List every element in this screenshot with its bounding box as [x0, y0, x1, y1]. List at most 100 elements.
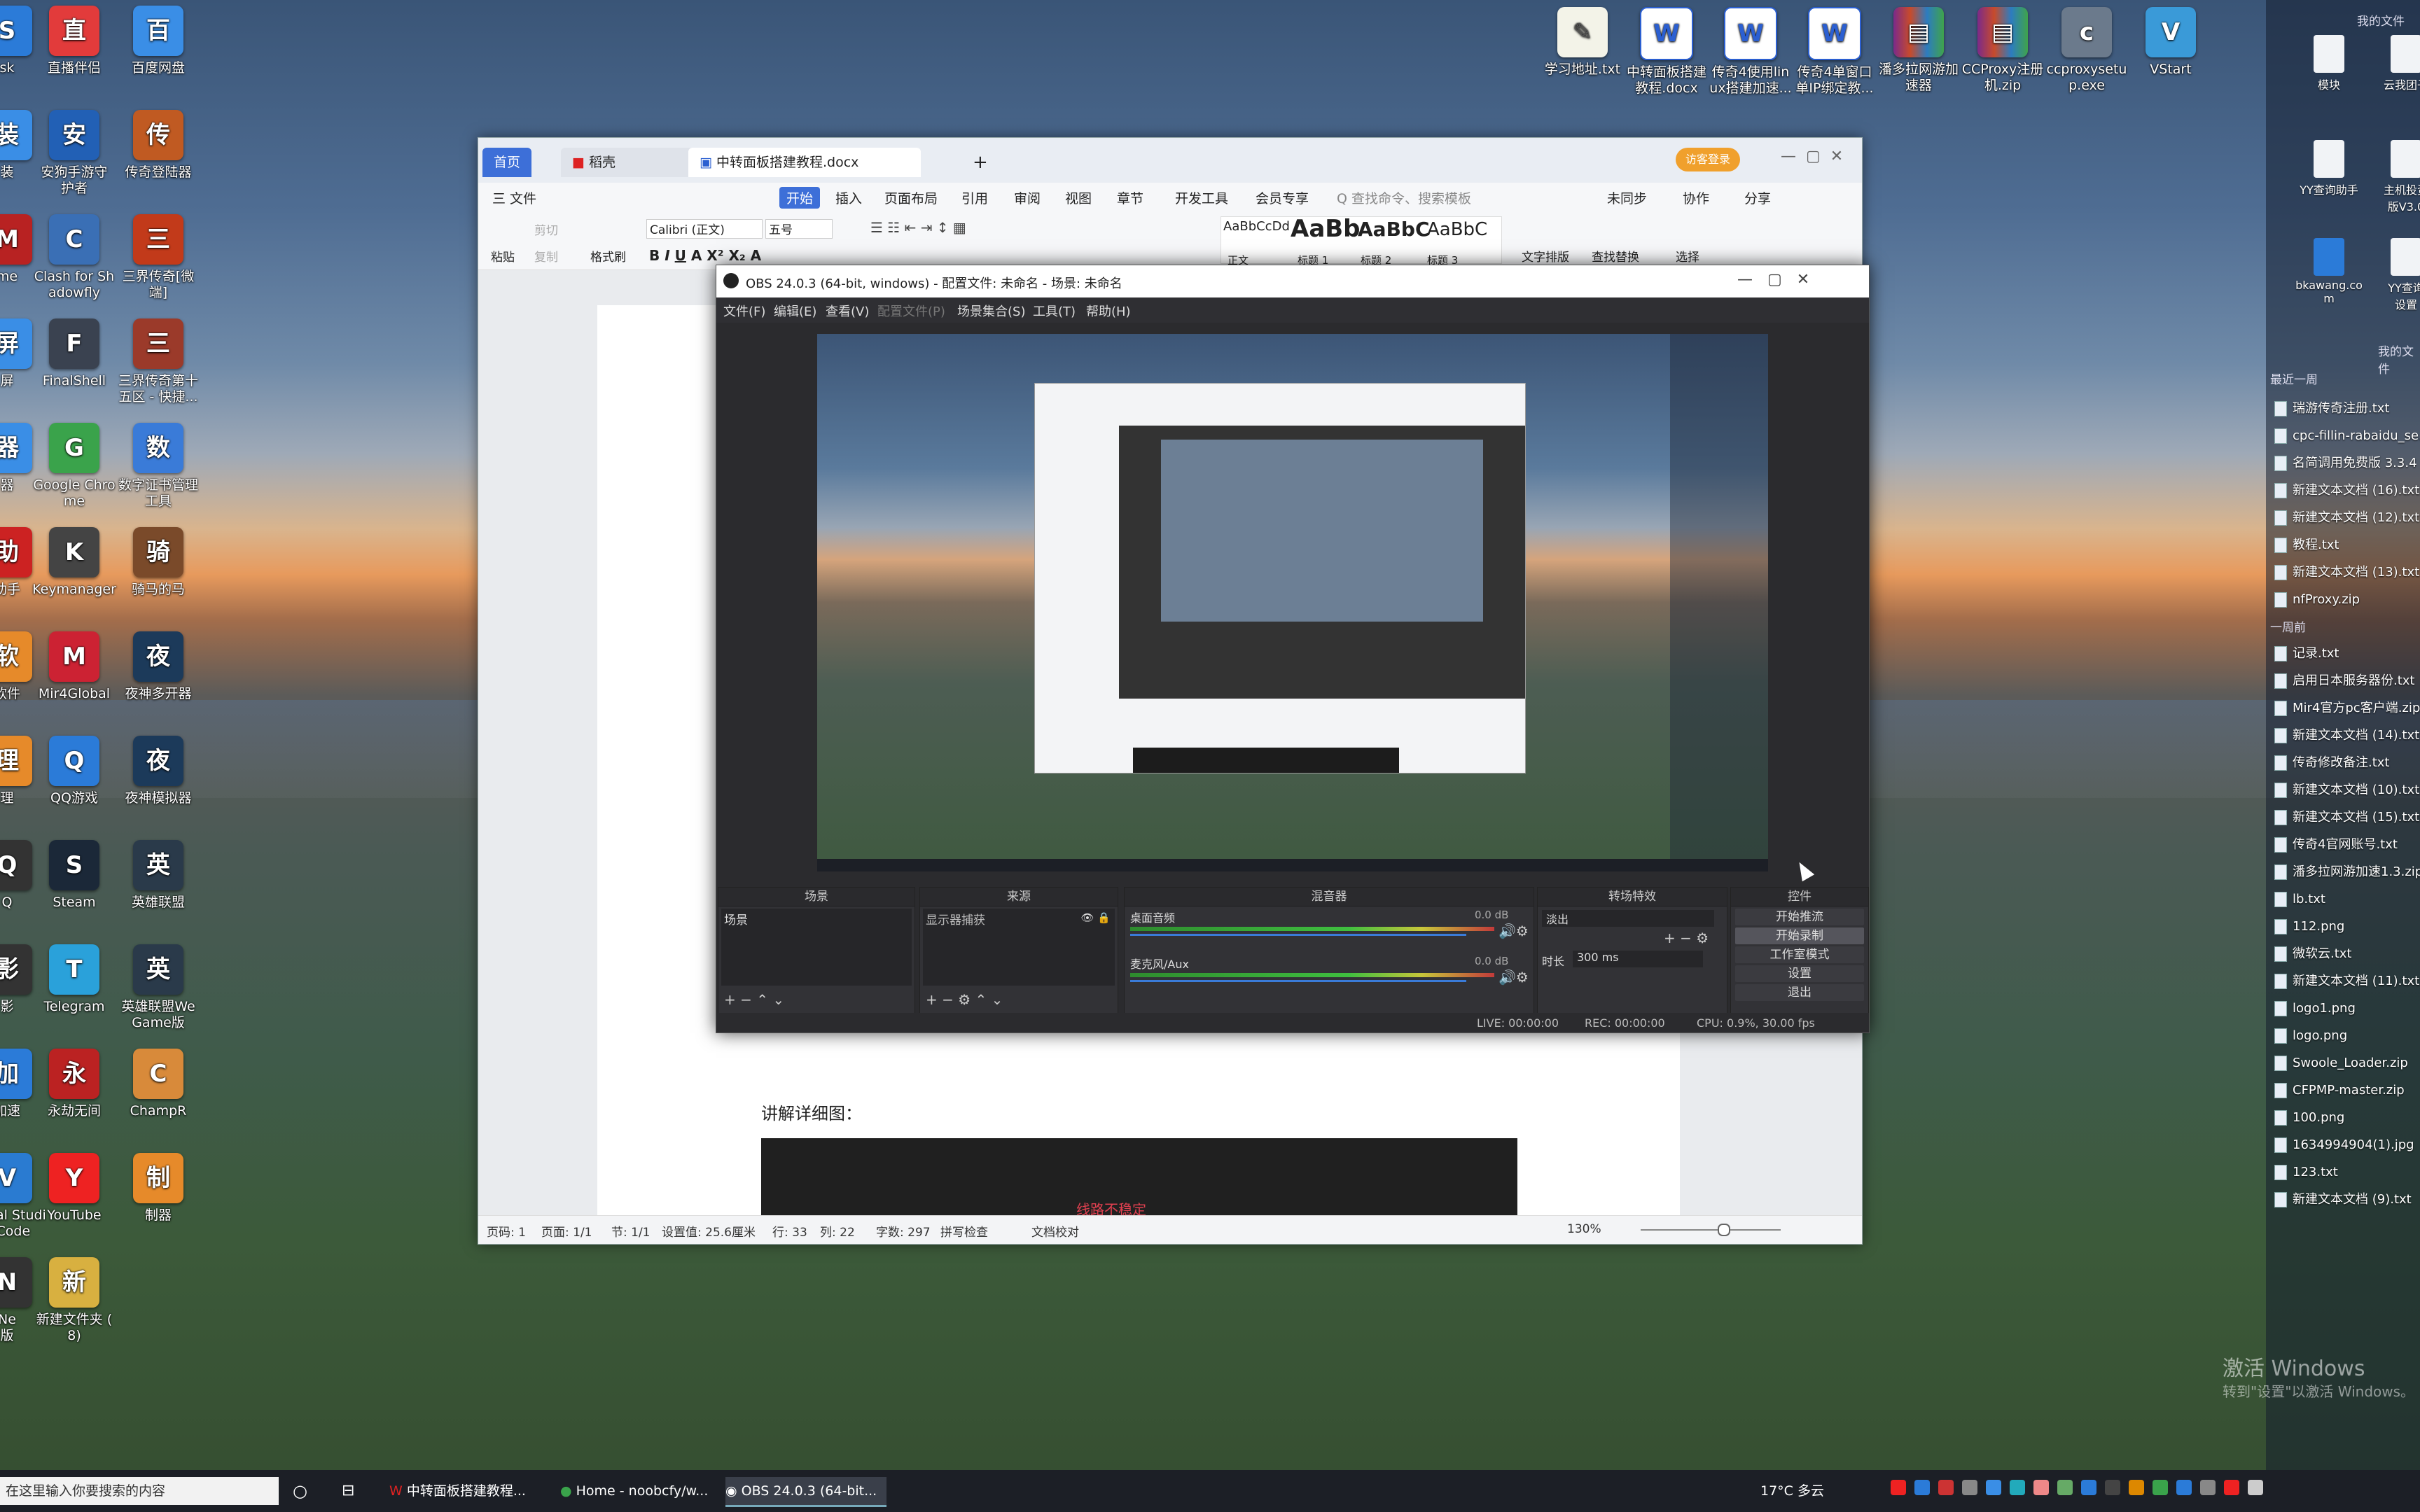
file-list-item[interactable]: 名简调用免费版 3.3.4	[2274, 454, 2420, 473]
menu-developer[interactable]: 开发工具	[1175, 188, 1228, 207]
panel-folder[interactable]: bkawang.co m	[2294, 238, 2364, 305]
file-list-item[interactable]: Mir4官方pc客户端.zip	[2274, 699, 2420, 718]
desktop-icon[interactable]: 数数字证书管理 工具	[109, 423, 207, 510]
desktop-icon[interactable]: 三三界传奇[微 端]	[109, 214, 207, 301]
command-search[interactable]: Q 查找命令、搜索模板	[1337, 188, 1471, 207]
spell-check-toggle[interactable]: 拼写检查	[940, 1222, 988, 1240]
guest-login-button[interactable]: 访客登录	[1676, 148, 1741, 172]
desktop-icon[interactable]: W 中转面板搭建 教程.docx	[1622, 7, 1711, 97]
exit-button[interactable]: 退出	[1735, 984, 1864, 1001]
desktop-icon[interactable]: 新新建文件夹 ( 8)	[25, 1257, 123, 1344]
tray-icon[interactable]	[1891, 1480, 1906, 1495]
obs-menu-profile[interactable]: 配置文件(P)	[877, 302, 945, 320]
file-list-item[interactable]: 传奇4官网账号.txt	[2274, 835, 2420, 855]
transition-duration-input[interactable]: 300 ms	[1573, 951, 1703, 967]
doc-proofread-button[interactable]: 文档校对	[1031, 1222, 1079, 1240]
desktop-icon[interactable]: ▤ CCProxy注册 机.zip	[1958, 7, 2047, 94]
obs-menu-tools[interactable]: 工具(T)	[1033, 302, 1076, 320]
file-list-item[interactable]: 传奇修改备注.txt	[2274, 753, 2420, 773]
tray-icon[interactable]	[2153, 1480, 2168, 1495]
file-list-item[interactable]: logo.png	[2274, 1026, 2420, 1046]
desktop-icon[interactable]: Q QQ游戏	[25, 736, 123, 806]
tray-icon[interactable]	[2033, 1480, 2049, 1495]
file-list-item[interactable]: logo1.png	[2274, 999, 2420, 1018]
sync-status[interactable]: 未同步	[1607, 188, 1647, 207]
obs-window-controls[interactable]: — ▢ ✕	[1737, 271, 1809, 288]
file-list-item[interactable]: 瑞游传奇注册.txt	[2274, 399, 2420, 419]
file-list-item[interactable]: 新建文本文档 (12).txt	[2274, 508, 2420, 528]
window-controls[interactable]: — ▢ ✕	[1781, 148, 1843, 165]
obs-preview-canvas[interactable]	[817, 334, 1768, 872]
menu-start[interactable]: 开始	[779, 187, 821, 209]
taskbar-app-wps[interactable]: W 中转面板搭建教程...	[389, 1477, 536, 1505]
desktop-icon[interactable]: 三三界传奇第十 五区 - 快捷...	[109, 318, 207, 405]
desktop-volume-slider[interactable]	[1130, 934, 1466, 936]
desktop-icon[interactable]: 直直播伴侣	[25, 6, 123, 76]
desktop-icon[interactable]: T Telegram	[25, 944, 123, 1015]
zoom-slider[interactable]	[1641, 1229, 1781, 1231]
panel-folder[interactable]: 云我团子	[2371, 35, 2420, 92]
style-normal-preview[interactable]: AaBbCcDd	[1223, 219, 1290, 234]
collaborate-button[interactable]: 协作	[1683, 188, 1709, 207]
panel-folder[interactable]: YY查询 设置	[2371, 238, 2420, 312]
text-layout-button[interactable]: 文字排版	[1522, 247, 1569, 265]
desktop-icon[interactable]: F FinalShell	[25, 318, 123, 389]
desktop-icon[interactable]: 百百度网盘	[109, 6, 207, 76]
desktop-icon[interactable]: ✎ 学习地址.txt	[1538, 7, 1627, 78]
taskbar-app-obs[interactable]: ◉ OBS 24.0.3 (64-bit...	[725, 1477, 886, 1507]
style-h2-preview[interactable]: AaBbC	[1358, 218, 1430, 241]
file-list-item[interactable]: 新建文本文档 (15).txt	[2274, 808, 2420, 827]
obs-menu-file[interactable]: 文件(F)	[723, 302, 765, 320]
file-list-item[interactable]: 100.png	[2274, 1108, 2420, 1128]
bold-button[interactable]: B I U A X² X₂ A	[649, 247, 761, 264]
menu-page-layout[interactable]: 页面布局	[884, 188, 938, 207]
file-list-item[interactable]: 微软云.txt	[2274, 944, 2420, 964]
cortana-icon[interactable]: ○	[293, 1477, 307, 1505]
file-list-item[interactable]: 112.png	[2274, 917, 2420, 937]
settings-button[interactable]: 设置	[1735, 965, 1864, 982]
desktop-icon[interactable]: S Steam	[25, 840, 123, 911]
new-tab-button[interactable]: +	[961, 148, 999, 177]
desktop-icon[interactable]: W 传奇4使用lin ux搭建加速...	[1706, 7, 1795, 97]
scene-item[interactable]: 场景	[721, 909, 912, 929]
file-list-item[interactable]: cpc-fillin-rabaidu_se...	[2274, 426, 2420, 446]
desktop-icon[interactable]: V VStart	[2126, 7, 2216, 78]
file-list-item[interactable]: 123.txt	[2274, 1163, 2420, 1182]
tab-docer[interactable]: ■ 稻壳	[561, 148, 702, 177]
desktop-icon[interactable]: 夜夜神模拟器	[109, 736, 207, 806]
tray-icon[interactable]	[2081, 1480, 2096, 1495]
cut-button[interactable]: 剪切	[534, 220, 558, 238]
desktop-icon[interactable]: K Keymanager	[25, 527, 123, 598]
desktop-icon[interactable]: C ChampR	[109, 1049, 207, 1119]
style-h3-preview[interactable]: AaBbC	[1427, 219, 1487, 240]
paragraph-tools[interactable]: ☰ ☷ ⇤ ⇥ ↕ ▦	[870, 219, 966, 236]
tray-icon[interactable]	[2105, 1480, 2120, 1495]
file-list-item[interactable]: 教程.txt	[2274, 536, 2420, 555]
menu-membership[interactable]: 会员专享	[1256, 188, 1309, 207]
file-list-item[interactable]: 新建文本文档 (14).txt	[2274, 726, 2420, 746]
menu-view[interactable]: 视图	[1065, 188, 1092, 207]
file-list-item[interactable]: 新建文本文档 (16).txt	[2274, 481, 2420, 500]
tray-icon[interactable]	[2248, 1480, 2263, 1495]
tray-icon[interactable]	[2010, 1480, 2025, 1495]
tab-home[interactable]: 首页	[482, 148, 532, 177]
desktop-icon[interactable]: G Google Chro me	[25, 423, 123, 510]
file-list-item[interactable]: 新建文本文档 (11).txt	[2274, 972, 2420, 991]
tray-icon[interactable]	[1962, 1480, 1977, 1495]
file-list-item[interactable]: 记录.txt	[2274, 644, 2420, 664]
tray-icon[interactable]	[1938, 1480, 1954, 1495]
desktop-icon[interactable]: ▤ 潘多拉网游加 速器	[1874, 7, 1963, 94]
desktop-icon[interactable]: 骑骑马的马	[109, 527, 207, 598]
tray-icon[interactable]	[2176, 1480, 2192, 1495]
obs-menu-scene-collection[interactable]: 场景集合(S)	[957, 302, 1025, 320]
desktop-icon[interactable]: Y YouTube	[25, 1153, 123, 1224]
source-add-remove-buttons[interactable]: + − ⚙ ⌃ ⌄	[926, 991, 1003, 1008]
find-replace-button[interactable]: 查找替换	[1592, 247, 1639, 265]
transition-type-select[interactable]: 淡出	[1542, 910, 1714, 927]
panel-folder[interactable]: 模块	[2294, 35, 2364, 92]
tray-icon[interactable]	[2224, 1480, 2239, 1495]
tray-icon[interactable]	[2129, 1480, 2144, 1495]
transition-add-remove[interactable]: + − ⚙	[1664, 930, 1709, 946]
desktop-icon[interactable]: W 传奇4单窗口 单IP绑定教...	[1790, 7, 1879, 97]
desktop-icon[interactable]: c ccproxysetu p.exe	[2042, 7, 2132, 94]
